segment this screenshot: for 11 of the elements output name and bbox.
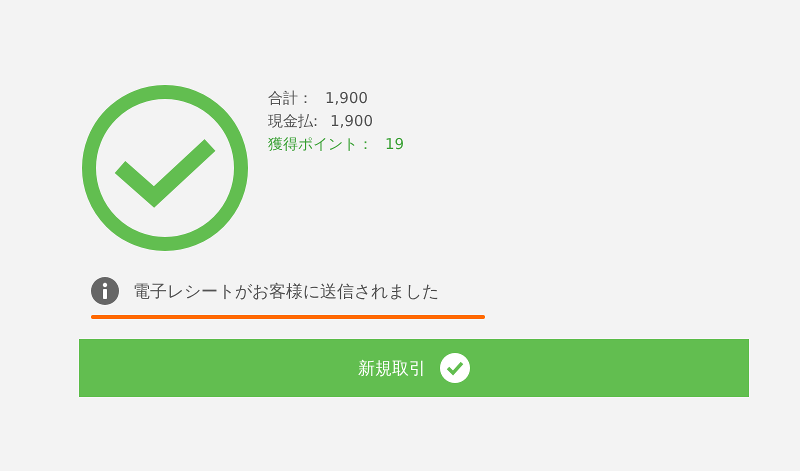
summary-label: 現金払: xyxy=(268,111,318,132)
check-icon xyxy=(440,353,470,383)
info-icon xyxy=(91,277,119,305)
summary-value: 1,900 xyxy=(330,111,374,132)
summary-value: 19 xyxy=(385,134,404,155)
summary-label: 合計： xyxy=(268,88,313,109)
notice-text: 電子レシートがお客様に送信されました xyxy=(133,280,439,302)
summary-label: 獲得ポイント： xyxy=(268,134,373,155)
summary-value: 1,900 xyxy=(325,88,368,109)
check-circle-icon xyxy=(82,85,248,251)
new-transaction-button[interactable]: 新規取引 xyxy=(79,339,749,397)
